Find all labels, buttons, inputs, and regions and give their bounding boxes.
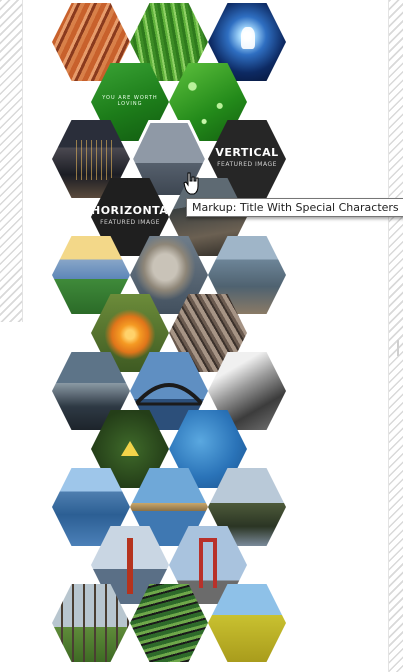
tooltip: Markup: Title With Special Characters xyxy=(186,198,403,217)
worth-loving-caption: YOU ARE WORTH LOVING xyxy=(102,95,158,107)
right-hatched-margin xyxy=(389,0,403,672)
right-content-edge xyxy=(388,0,389,672)
horizontal-title: HORIZONTAL xyxy=(91,204,169,217)
unicorn-silhouette-icon xyxy=(241,27,255,49)
left-content-edge xyxy=(22,0,23,322)
triforce-icon xyxy=(121,441,139,456)
scroll-marker xyxy=(397,340,399,356)
horizontal-subtitle: FEATURED IMAGE xyxy=(100,219,160,226)
tooltip-text: Markup: Title With Special Characters xyxy=(192,201,399,214)
vertical-title: VERTICAL xyxy=(215,146,279,159)
vertical-subtitle: FEATURED IMAGE xyxy=(217,161,277,168)
left-hatched-margin xyxy=(0,0,22,322)
gate-tower xyxy=(199,538,217,588)
hand-pointer-icon xyxy=(183,172,199,195)
building-lights xyxy=(72,140,112,180)
bridge-tower xyxy=(127,538,133,594)
